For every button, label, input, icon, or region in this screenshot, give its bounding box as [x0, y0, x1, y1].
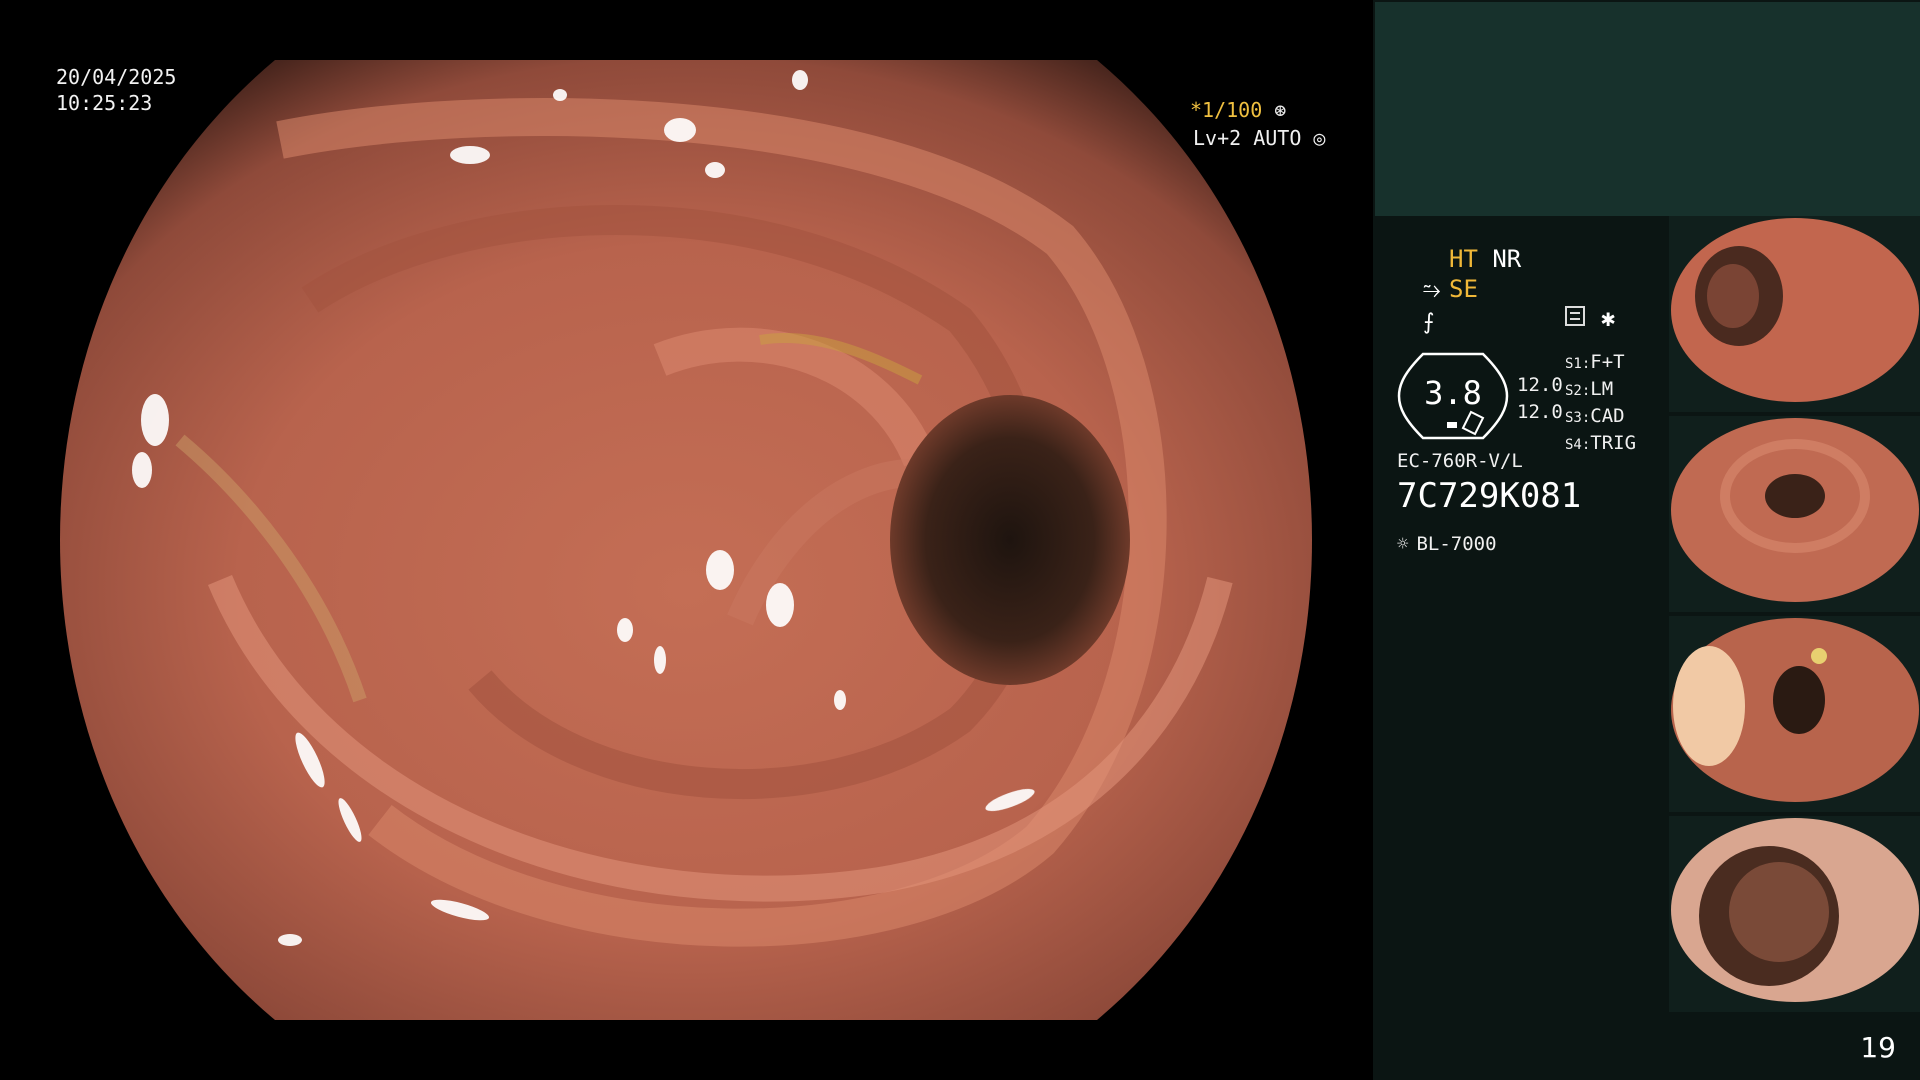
mode-ht: HT — [1449, 245, 1478, 273]
scope-switches: S1:F+T S2:LM S3:CAD S4:TRIG — [1565, 350, 1636, 458]
scope-model: EC-760R-V/L — [1397, 450, 1523, 472]
info-panel: HT NR ⥲ SE ⨍ ✱ 3.8 12.0 12.0 S1:F+T S2:LM… — [1373, 0, 1920, 1080]
thumbnail[interactable] — [1669, 216, 1920, 412]
switch-row: S2:LM — [1565, 378, 1614, 400]
switch-row: S4:TRIG — [1565, 432, 1637, 454]
mode-se: SE — [1449, 275, 1478, 303]
light-source-text: BL-7000 — [1416, 533, 1497, 555]
thumbnail[interactable] — [1669, 616, 1920, 812]
light-values: 12.0 12.0 — [1517, 372, 1563, 426]
image-count: 19 — [1860, 1031, 1896, 1064]
endoscope-image — [60, 60, 1312, 1020]
date-time-display: 20/04/2025 10:25:23 — [56, 64, 176, 116]
aperture-icon: ⊛ — [1274, 98, 1287, 122]
enhance-icon: ⥲ — [1423, 278, 1441, 303]
switch-row: S1:F+T — [1565, 351, 1625, 373]
light-value: 12.0 — [1517, 374, 1563, 396]
endoscope-live-view: 20/04/2025 10:25:23 *1/100 ⊛ Lv+2 AUTO ◎ — [0, 0, 1373, 1080]
shutter-speed: *1/100 ⊛ — [1190, 98, 1286, 122]
level-text: Lv+2 AUTO — [1193, 126, 1302, 150]
thumbnail[interactable] — [1669, 816, 1920, 1012]
thumbnail[interactable] — [1669, 416, 1920, 612]
shutter-text: *1/100 — [1190, 98, 1263, 122]
light-source: ☼ BL-7000 — [1397, 533, 1497, 555]
freeze-icon: ⨍ — [1423, 310, 1435, 335]
gauge-value: 3.8 — [1424, 374, 1482, 412]
mode-row-freeze: ⨍ — [1423, 306, 1521, 338]
image-modes: HT NR ⥲ SE ⨍ — [1423, 244, 1521, 338]
lamp-icon: ☼ — [1397, 533, 1409, 555]
switch-row: S3:CAD — [1565, 405, 1625, 427]
iris-icon: ◎ — [1313, 126, 1326, 150]
settings-list-icon — [1565, 306, 1585, 326]
scope-serial: 7C729K081 — [1397, 476, 1582, 516]
date-text: 20/04/2025 — [56, 65, 177, 89]
brightness-level: Lv+2 AUTO ◎ — [1193, 126, 1325, 150]
mode-nr: NR — [1492, 245, 1522, 273]
light-value: 12.0 — [1517, 401, 1563, 423]
mode-row-se: ⥲ SE — [1423, 274, 1521, 306]
mode-row-ht-nr: HT NR — [1423, 244, 1521, 274]
panel-header-area — [1375, 2, 1920, 216]
time-text: 10:25:23 — [56, 91, 153, 115]
star-icon: ✱ — [1601, 304, 1616, 332]
